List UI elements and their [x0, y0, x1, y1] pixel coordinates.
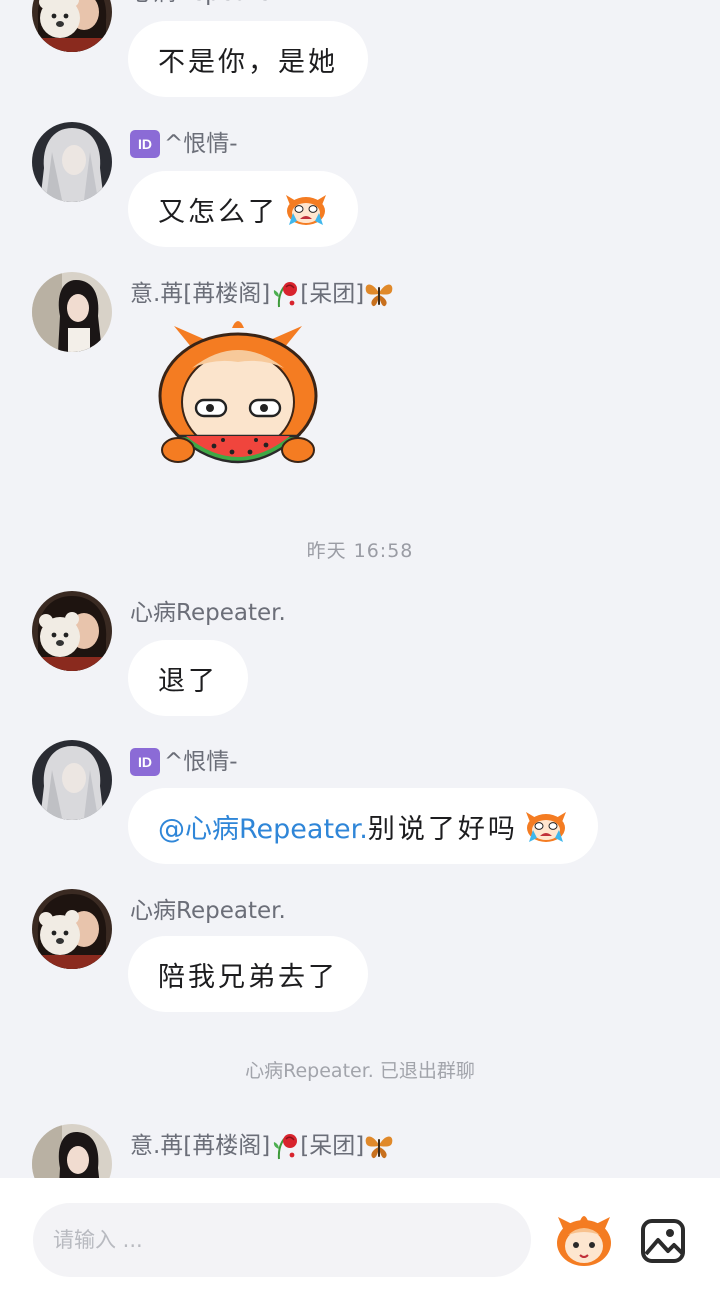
- message-bubble[interactable]: 又怎么了: [128, 171, 358, 247]
- butterfly-icon: [364, 1131, 394, 1161]
- wilted-rose-icon: [270, 1131, 300, 1161]
- message-text: 别说了好吗: [367, 813, 518, 845]
- sender-name: 心病Repeater.: [130, 600, 286, 626]
- avatar[interactable]: [32, 740, 112, 820]
- message-text: 又怎么了: [158, 196, 278, 228]
- id-badge-icon: ID: [130, 748, 160, 776]
- crying-cartoon-emoji-icon: [524, 808, 568, 844]
- sender-name-text: ^恨情-: [164, 131, 238, 157]
- message-input[interactable]: [33, 1203, 531, 1277]
- sender-name-text: ^恨情-: [164, 749, 238, 775]
- avatar[interactable]: [32, 122, 112, 202]
- timestamp-separator: 昨天 16:58: [306, 540, 414, 562]
- sender-name-text: 意.苒[苒楼阁]: [130, 1133, 271, 1159]
- id-badge-icon: ID: [130, 130, 160, 158]
- sticker-face-icon[interactable]: [554, 1213, 614, 1269]
- message-text: 不是你，是她: [158, 46, 338, 78]
- sender-name: 心病Repeater.: [130, 0, 286, 8]
- message-bubble[interactable]: 陪我兄弟去了: [128, 936, 368, 1012]
- avatar[interactable]: [32, 0, 112, 52]
- wilted-rose-icon: [270, 279, 300, 309]
- sender-name-tail: [呆团]: [300, 1133, 365, 1159]
- chat-area[interactable]: 心病Repeater. 不是你，是她 ID ^恨情- 又怎么了 意.苒[苒楼阁]…: [0, 0, 720, 1178]
- message-bubble[interactable]: @心病Repeater. 别说了好吗: [128, 788, 598, 864]
- sender-name-tail: [呆团]: [300, 281, 365, 307]
- image-icon[interactable]: [640, 1218, 686, 1264]
- message-bubble[interactable]: 退了: [128, 640, 248, 716]
- watermelon-eating-cartoon-sticker[interactable]: [152, 318, 324, 478]
- message-text: 陪我兄弟去了: [158, 961, 338, 993]
- sender-name-text: 意.苒[苒楼阁]: [130, 281, 271, 307]
- sender-name: ID ^恨情-: [130, 129, 238, 159]
- message-text: 退了: [158, 665, 218, 697]
- butterfly-icon: [364, 279, 394, 309]
- mention-link[interactable]: @心病Repeater.: [158, 807, 368, 846]
- avatar[interactable]: [32, 272, 112, 352]
- avatar[interactable]: [32, 889, 112, 969]
- sender-name: ID ^恨情-: [130, 747, 238, 777]
- crying-cartoon-emoji-icon: [284, 191, 328, 227]
- message-bubble[interactable]: 不是你，是她: [128, 21, 368, 97]
- sender-name: 心病Repeater.: [130, 898, 286, 924]
- system-notice: 心病Repeater. 已退出群聊: [245, 1060, 475, 1082]
- avatar[interactable]: [32, 591, 112, 671]
- sender-name: 意.苒[苒楼阁] [呆团]: [130, 279, 394, 309]
- avatar[interactable]: [32, 1124, 112, 1178]
- sender-name: 意.苒[苒楼阁] [呆团]: [130, 1131, 394, 1161]
